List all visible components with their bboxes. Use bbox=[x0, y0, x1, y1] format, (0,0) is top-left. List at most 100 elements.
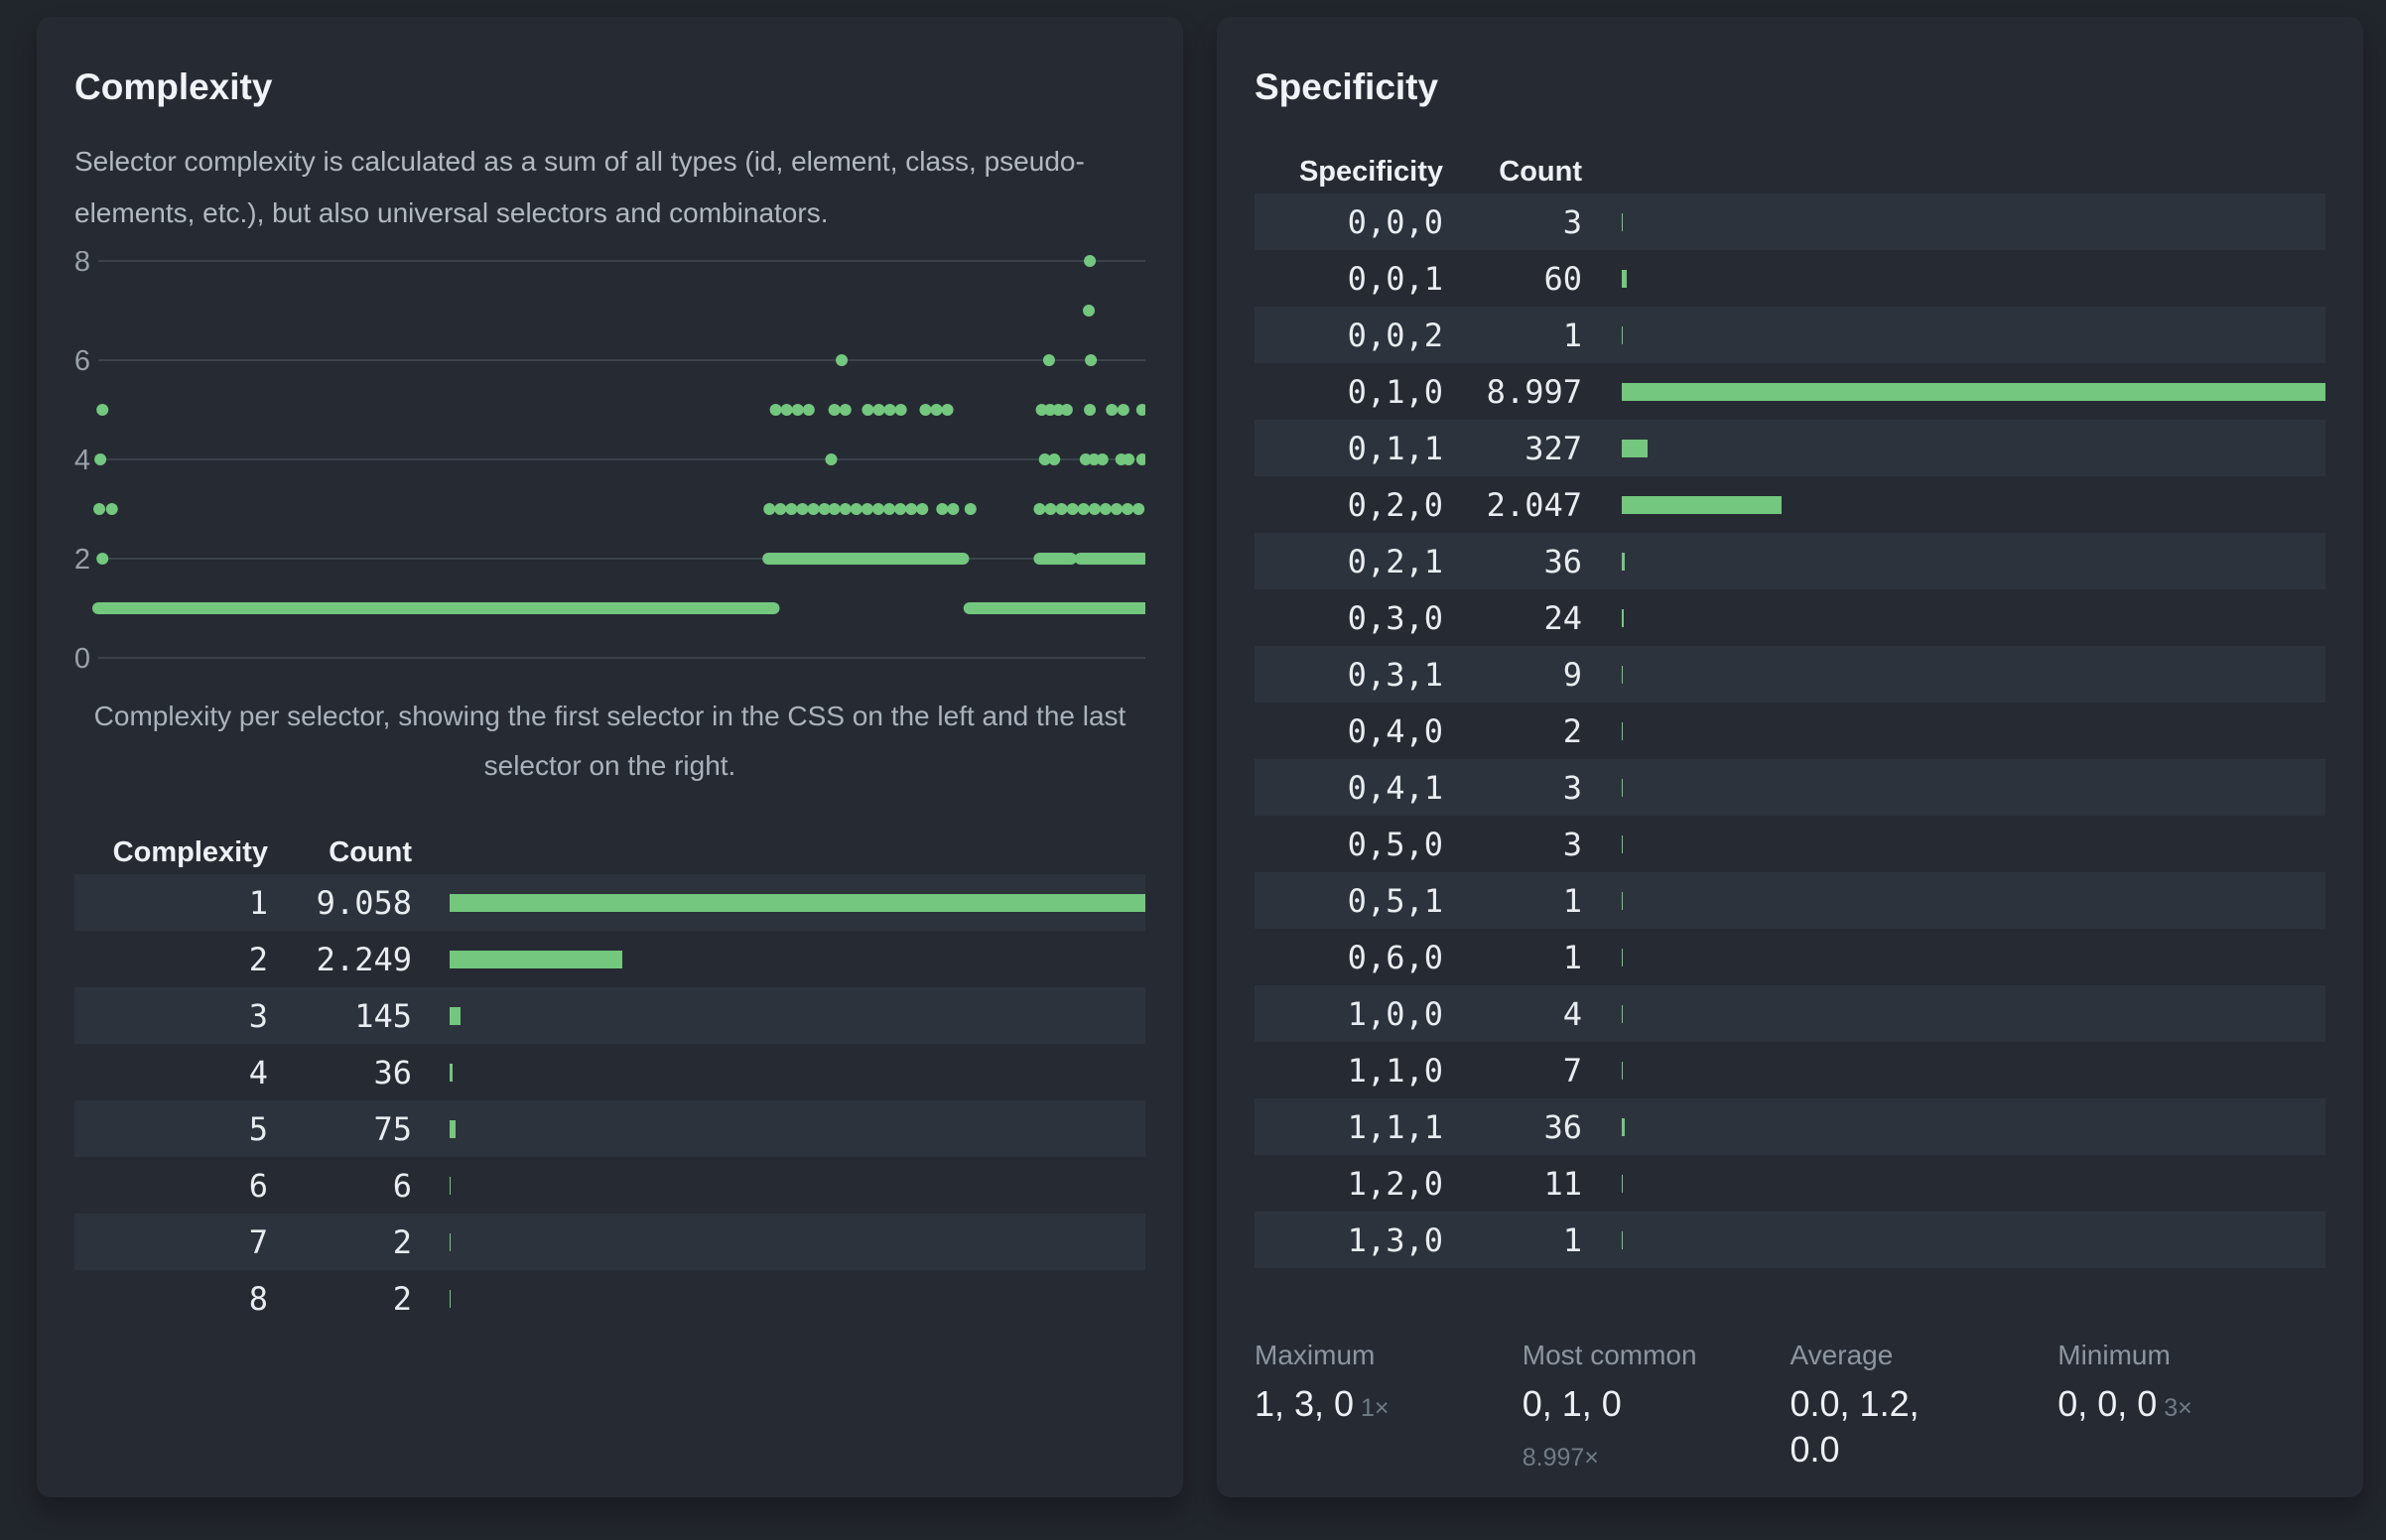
complexity-value: 4 bbox=[74, 1054, 268, 1091]
stat-label: Most common bbox=[1523, 1338, 1790, 1373]
complexity-column-header: Complexity bbox=[74, 836, 268, 869]
scatter-point bbox=[826, 453, 838, 465]
y-axis-tick-label: 6 bbox=[74, 345, 90, 377]
stat-multiplier: 3× bbox=[2157, 1394, 2191, 1422]
count-bar-track bbox=[1582, 1231, 2325, 1249]
count-value: 24 bbox=[1443, 599, 1582, 637]
count-value: 3 bbox=[1443, 203, 1582, 241]
stat-label: Average bbox=[1790, 1338, 2058, 1373]
table-row: 0,2,136 bbox=[1255, 533, 2325, 589]
specificity-table: Specificity Count 0,0,030,0,1600,0,210,1… bbox=[1255, 150, 2325, 1268]
specificity-value: 0,0,0 bbox=[1255, 203, 1443, 241]
count-value: 145 bbox=[268, 997, 412, 1035]
count-bar-track bbox=[412, 1064, 1145, 1082]
scatter-point bbox=[1045, 503, 1057, 515]
complexity-panel-title: Complexity bbox=[74, 64, 1145, 110]
table-row: 0,3,024 bbox=[1255, 589, 2325, 646]
count-bar-track bbox=[1582, 1062, 2325, 1080]
table-row: 19.058 bbox=[74, 874, 1145, 931]
scatter-point bbox=[1100, 503, 1112, 515]
scatter-point bbox=[763, 503, 775, 515]
complexity-chart-caption: Complexity per selector, showing the fir… bbox=[74, 692, 1145, 791]
specificity-value: 0,1,1 bbox=[1255, 430, 1443, 467]
count-bar-track bbox=[1582, 609, 2325, 627]
scatter-point bbox=[883, 503, 895, 515]
count-bar-track bbox=[1582, 1118, 2325, 1136]
count-value: 2 bbox=[268, 1223, 412, 1261]
count-value: 11 bbox=[1443, 1165, 1582, 1203]
count-value: 1 bbox=[1443, 1221, 1582, 1259]
stat-value-text: 0, 0, 0 bbox=[2057, 1383, 2157, 1424]
stat-label: Minimum bbox=[2057, 1338, 2325, 1373]
count-bar bbox=[1622, 1175, 1623, 1193]
count-value: 1 bbox=[1443, 317, 1582, 354]
scatter-point bbox=[836, 354, 848, 366]
scatter-point bbox=[873, 404, 885, 416]
table-row: 0,6,01 bbox=[1255, 929, 2325, 985]
complexity-scatter-chart: 02468 bbox=[74, 251, 1145, 678]
scatter-point bbox=[965, 503, 977, 515]
scatter-point bbox=[1084, 255, 1096, 267]
specificity-value: 0,3,0 bbox=[1255, 599, 1443, 637]
table-row: 436 bbox=[74, 1044, 1145, 1100]
complexity-value: 1 bbox=[74, 884, 268, 922]
scatter-point bbox=[916, 503, 928, 515]
specificity-value: 0,6,0 bbox=[1255, 939, 1443, 976]
scatter-point bbox=[872, 503, 884, 515]
count-bar-track bbox=[1582, 213, 2325, 231]
count-bar-track bbox=[1582, 1005, 2325, 1023]
count-value: 9 bbox=[1443, 656, 1582, 694]
table-row: 3145 bbox=[74, 987, 1145, 1044]
scatter-point bbox=[792, 404, 804, 416]
table-row: 0,4,02 bbox=[1255, 703, 2325, 759]
table-row: 575 bbox=[74, 1100, 1145, 1157]
count-column-header: Count bbox=[268, 836, 412, 869]
table-row: 0,4,13 bbox=[1255, 759, 2325, 816]
scatter-point bbox=[796, 503, 808, 515]
scatter-point bbox=[851, 503, 862, 515]
count-value: 2 bbox=[1443, 712, 1582, 750]
count-bar-track bbox=[412, 1007, 1145, 1025]
scatter-point bbox=[894, 503, 906, 515]
table-row: 72 bbox=[74, 1214, 1145, 1270]
stat-minimum: Minimum 0, 0, 0 3× bbox=[2057, 1338, 2325, 1480]
count-bar bbox=[1622, 440, 1648, 457]
specificity-value: 1,2,0 bbox=[1255, 1165, 1443, 1203]
count-bar-track bbox=[1582, 835, 2325, 853]
table-row: 0,0,160 bbox=[1255, 250, 2325, 307]
scatter-point bbox=[905, 503, 917, 515]
specificity-value: 0,4,1 bbox=[1255, 769, 1443, 807]
complexity-value: 5 bbox=[74, 1110, 268, 1148]
table-row: 82 bbox=[74, 1270, 1145, 1327]
count-bar bbox=[450, 951, 622, 968]
stat-label: Maximum bbox=[1255, 1338, 1523, 1373]
scatter-point bbox=[1043, 354, 1055, 366]
specificity-value: 1,3,0 bbox=[1255, 1221, 1443, 1259]
count-bar bbox=[1622, 383, 2325, 401]
count-bar bbox=[1622, 270, 1627, 288]
scatter-point bbox=[781, 404, 793, 416]
scatter-point bbox=[1097, 453, 1109, 465]
specificity-value: 0,4,0 bbox=[1255, 712, 1443, 750]
scatter-point bbox=[106, 503, 118, 515]
count-value: 36 bbox=[1443, 1108, 1582, 1146]
scatter-point bbox=[1084, 404, 1096, 416]
complexity-value: 3 bbox=[74, 997, 268, 1035]
count-column-header: Count bbox=[1443, 156, 1582, 189]
count-bar bbox=[450, 894, 1145, 912]
scatter-point bbox=[94, 453, 106, 465]
stat-average: Average 0.0, 1.2, 0.0 bbox=[1790, 1338, 2058, 1480]
table-row: 0,5,03 bbox=[1255, 816, 2325, 872]
scatter-point bbox=[1132, 503, 1144, 515]
table-row: 1,3,01 bbox=[1255, 1212, 2325, 1268]
scatter-point bbox=[1078, 503, 1090, 515]
scatter-point bbox=[1067, 503, 1079, 515]
specificity-stats: Maximum1, 3, 0 1×Most common0, 1, 0 8.99… bbox=[1255, 1338, 2325, 1480]
complexity-value: 8 bbox=[74, 1280, 268, 1318]
complexity-table: Complexity Count 19.05822.24931454365756… bbox=[74, 831, 1145, 1327]
count-value: 4 bbox=[1443, 995, 1582, 1033]
table-row: 0,1,08.997 bbox=[1255, 363, 2325, 420]
count-bar-track bbox=[412, 951, 1145, 968]
stat-value: 0.0, 1.2, 0.0 bbox=[1790, 1381, 1969, 1473]
count-bar-track bbox=[1582, 779, 2325, 797]
